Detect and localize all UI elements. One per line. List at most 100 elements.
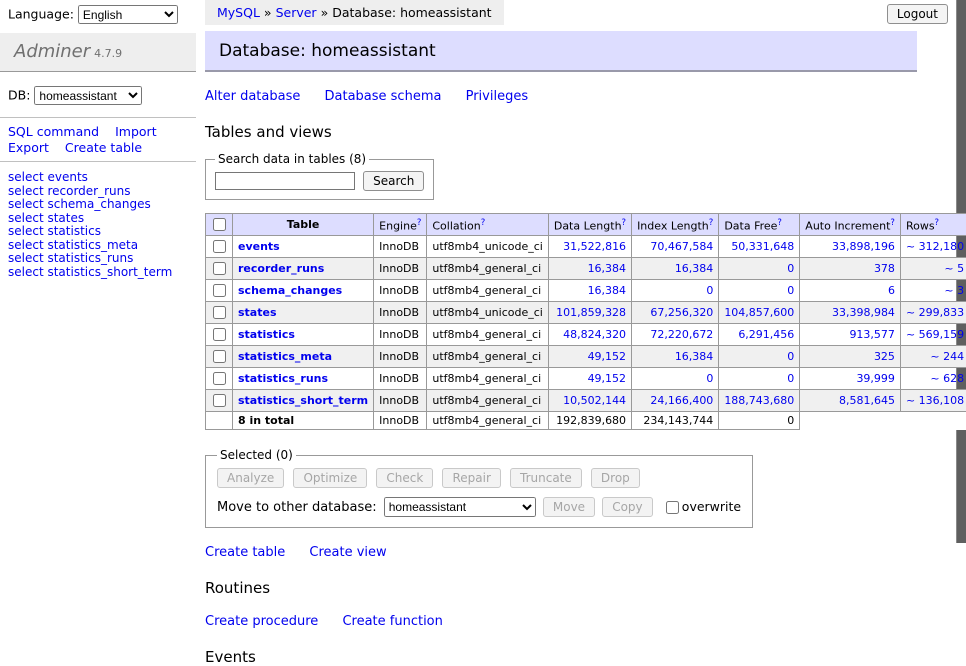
table-link-statistics-runs[interactable]: statistics_runs xyxy=(238,372,328,385)
auto-increment-value[interactable]: 913,577 xyxy=(849,328,895,341)
collation-help-link[interactable]: ? xyxy=(481,218,486,228)
index-length-value[interactable]: 70,467,584 xyxy=(650,240,713,253)
privileges-link[interactable]: Privileges xyxy=(466,89,529,104)
data-length-value[interactable]: 48,824,320 xyxy=(563,328,626,341)
data-free-value[interactable]: 0 xyxy=(787,262,794,275)
data-length-value[interactable]: 10,502,144 xyxy=(563,394,626,407)
rows-help-link[interactable]: ? xyxy=(935,218,940,228)
rows-count-value[interactable]: ~ 628 xyxy=(930,372,964,385)
move-button[interactable]: Move xyxy=(543,497,595,517)
truncate-button[interactable]: Truncate xyxy=(510,468,582,488)
row-checkbox[interactable] xyxy=(213,394,226,407)
rows-count-value[interactable]: ~ 136,108 xyxy=(906,394,964,407)
data-free-value[interactable]: 0 xyxy=(787,372,794,385)
sidebar-item-select-schema-changes[interactable]: select schema_changes xyxy=(8,198,188,212)
create-table-link[interactable]: Create table xyxy=(205,545,285,560)
language-select[interactable]: English xyxy=(78,5,178,24)
table-link-schema-changes[interactable]: schema_changes xyxy=(238,284,342,297)
table-link-statistics-meta[interactable]: statistics_meta xyxy=(238,350,332,363)
logout-button[interactable]: Logout xyxy=(887,4,948,24)
auto-increment-value[interactable]: 6 xyxy=(888,284,895,297)
data-length-value[interactable]: 31,522,816 xyxy=(563,240,626,253)
rows-count-value[interactable]: ~ 312,180 xyxy=(906,240,964,253)
create-function-link[interactable]: Create function xyxy=(342,614,442,629)
row-checkbox[interactable] xyxy=(213,350,226,363)
alter-database-link[interactable]: Alter database xyxy=(205,89,300,104)
row-checkbox[interactable] xyxy=(213,262,226,275)
index-length-value[interactable]: 67,256,320 xyxy=(650,306,713,319)
data-length-value[interactable]: 16,384 xyxy=(588,262,627,275)
breadcrumb-mysql-link[interactable]: MySQL xyxy=(217,5,260,20)
search-input[interactable] xyxy=(215,172,355,190)
database-schema-link[interactable]: Database schema xyxy=(325,89,442,104)
engine-help-link[interactable]: ? xyxy=(417,218,422,228)
data-length-value[interactable]: 49,152 xyxy=(588,372,627,385)
auto-increment-value[interactable]: 33,898,196 xyxy=(832,240,895,253)
auto-increment-value[interactable]: 8,581,645 xyxy=(839,394,895,407)
data-length-help-link[interactable]: ? xyxy=(622,218,627,228)
check-button[interactable]: Check xyxy=(376,468,433,488)
sidebar-item-select-states[interactable]: select states xyxy=(8,212,188,226)
data-free-value[interactable]: 50,331,648 xyxy=(731,240,794,253)
rows-count-value[interactable]: ~ 244 xyxy=(930,350,964,363)
row-checkbox[interactable] xyxy=(213,328,226,341)
table-link-states[interactable]: states xyxy=(238,306,277,319)
sidebar-item-select-statistics[interactable]: select statistics xyxy=(8,225,188,239)
db-select[interactable]: homeassistant xyxy=(34,86,142,105)
row-checkbox[interactable] xyxy=(213,284,226,297)
overwrite-checkbox[interactable] xyxy=(666,501,679,514)
create-table-link-sidebar[interactable]: Create table xyxy=(65,140,142,155)
sql-command-link[interactable]: SQL command xyxy=(8,124,99,139)
index-length-value[interactable]: 16,384 xyxy=(675,350,714,363)
move-database-select[interactable]: homeassistant xyxy=(384,497,536,517)
optimize-button[interactable]: Optimize xyxy=(293,468,367,488)
rows-count-value[interactable]: ~ 5 xyxy=(944,262,964,275)
data-free-value[interactable]: 6,291,456 xyxy=(738,328,794,341)
table-link-events[interactable]: events xyxy=(238,240,280,253)
rows-count-value[interactable]: ~ 299,833 xyxy=(906,306,964,319)
data-length-value[interactable]: 49,152 xyxy=(588,350,627,363)
sidebar-item-select-statistics-meta[interactable]: select statistics_meta xyxy=(8,239,188,253)
drop-button[interactable]: Drop xyxy=(591,468,640,488)
index-length-value[interactable]: 0 xyxy=(706,372,713,385)
data-free-value[interactable]: 0 xyxy=(787,284,794,297)
sidebar-item-select-events[interactable]: select events xyxy=(8,171,188,185)
index-length-value[interactable]: 24,166,400 xyxy=(650,394,713,407)
sidebar-item-select-statistics-runs[interactable]: select statistics_runs xyxy=(8,252,188,266)
data-free-value[interactable]: 0 xyxy=(787,350,794,363)
auto-increment-value[interactable]: 39,999 xyxy=(856,372,895,385)
data-length-value[interactable]: 16,384 xyxy=(588,284,627,297)
rows-count-value[interactable]: ~ 3 xyxy=(944,284,964,297)
table-link-recorder-runs[interactable]: recorder_runs xyxy=(238,262,324,275)
rows-count-value[interactable]: ~ 569,159 xyxy=(906,328,964,341)
sidebar-item-select-recorder-runs[interactable]: select recorder_runs xyxy=(8,185,188,199)
data-free-value[interactable]: 188,743,680 xyxy=(724,394,794,407)
search-button[interactable]: Search xyxy=(363,171,424,191)
overwrite-label[interactable]: overwrite xyxy=(682,499,741,514)
import-link[interactable]: Import xyxy=(115,124,157,139)
index-length-help-link[interactable]: ? xyxy=(709,218,714,228)
create-view-link[interactable]: Create view xyxy=(309,545,386,560)
data-free-value[interactable]: 104,857,600 xyxy=(724,306,794,319)
index-length-value[interactable]: 72,220,672 xyxy=(650,328,713,341)
auto-increment-value[interactable]: 325 xyxy=(874,350,895,363)
data-free-help-link[interactable]: ? xyxy=(777,218,782,228)
auto-increment-value[interactable]: 378 xyxy=(874,262,895,275)
export-link[interactable]: Export xyxy=(8,140,49,155)
repair-button[interactable]: Repair xyxy=(442,468,500,488)
create-procedure-link[interactable]: Create procedure xyxy=(205,614,318,629)
index-length-value[interactable]: 16,384 xyxy=(675,262,714,275)
copy-button[interactable]: Copy xyxy=(602,497,652,517)
auto-increment-help-link[interactable]: ? xyxy=(890,218,895,228)
breadcrumb-server-link[interactable]: Server xyxy=(276,5,317,20)
analyze-button[interactable]: Analyze xyxy=(217,468,284,488)
row-checkbox[interactable] xyxy=(213,240,226,253)
data-length-value[interactable]: 101,859,328 xyxy=(556,306,626,319)
table-link-statistics[interactable]: statistics xyxy=(238,328,295,341)
sidebar-item-select-statistics-short-term[interactable]: select statistics_short_term xyxy=(8,266,188,280)
index-length-value[interactable]: 0 xyxy=(706,284,713,297)
table-link-statistics-short-term[interactable]: statistics_short_term xyxy=(238,394,368,407)
select-all-checkbox[interactable] xyxy=(213,218,226,231)
auto-increment-value[interactable]: 33,398,984 xyxy=(832,306,895,319)
row-checkbox[interactable] xyxy=(213,372,226,385)
